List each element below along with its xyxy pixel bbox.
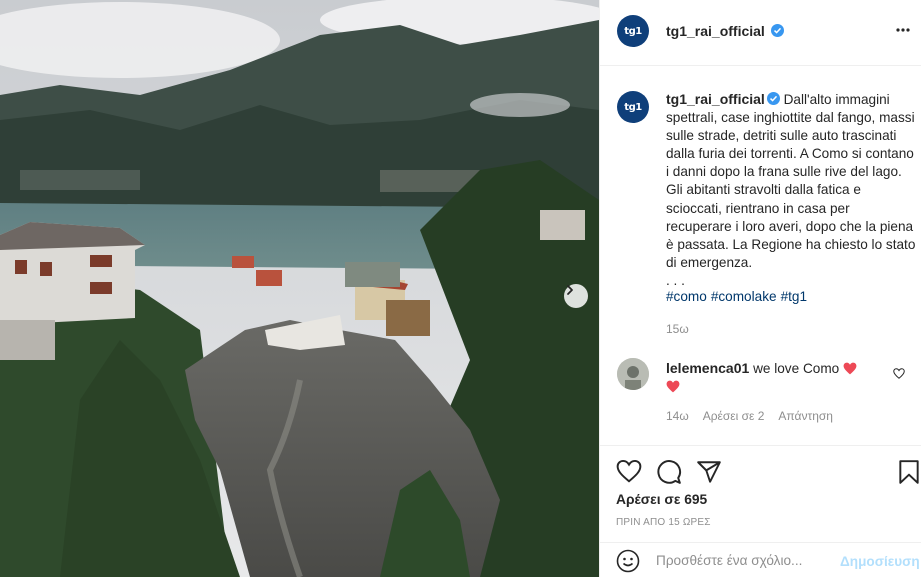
caption-avatar[interactable]: tg1 xyxy=(617,91,649,123)
more-options-icon[interactable] xyxy=(896,28,910,32)
post-comment-button[interactable]: Δημοσίευση xyxy=(840,554,920,569)
post-sidebar: tg1 tg1_rai_official tg1 tg1_rai_officia… xyxy=(599,0,921,577)
hashtag-comolake[interactable]: #comolake xyxy=(711,289,777,304)
landslide-photo xyxy=(0,0,599,577)
comment-meta: 14ω Αρέσει σε 2 Απάντηση xyxy=(666,409,847,423)
caption-username[interactable]: tg1_rai_official xyxy=(666,91,765,107)
account-avatar[interactable]: tg1 xyxy=(617,15,649,47)
caption-text-block: tg1_rai_official Dall'alto immagini spet… xyxy=(666,90,918,290)
likes-count[interactable]: Αρέσει σε 695 xyxy=(616,492,707,507)
comment: lelemenca01 we love Como xyxy=(666,359,894,396)
avatar-logo-text: tg1 xyxy=(624,25,642,37)
action-bar: Αρέσει σε 695 ΠΡΙΝ ΑΠΟ 15 ΩΡΕΣ Δημοσίευσ… xyxy=(600,445,921,577)
caption-verified-badge-icon xyxy=(766,92,780,105)
heart-icon[interactable] xyxy=(616,459,642,485)
comment-icon[interactable] xyxy=(656,459,682,485)
comment-like-heart-icon[interactable] xyxy=(893,368,905,379)
emoji-icon[interactable] xyxy=(616,549,640,573)
post-timestamp: ΠΡΙΝ ΑΠΟ 15 ΩΡΕΣ xyxy=(616,517,711,528)
next-photo-button[interactable] xyxy=(564,284,588,308)
comment-username[interactable]: lelemenca01 xyxy=(666,360,749,376)
comment-likes[interactable]: Αρέσει σε 2 xyxy=(703,409,765,423)
add-comment-bar: Δημοσίευση xyxy=(600,542,921,577)
commenter-avatar[interactable] xyxy=(617,358,649,390)
post-photo xyxy=(0,0,599,577)
caption-body: Dall'alto immagini spettrali, case inghi… xyxy=(666,92,916,270)
header-username-row: tg1_rai_official xyxy=(666,23,784,39)
hashtag-tg1[interactable]: #tg1 xyxy=(781,289,807,304)
post-header: tg1 tg1_rai_official xyxy=(600,0,921,66)
caption-ellipsis: . . . xyxy=(666,272,685,288)
comment-body: we love Como xyxy=(753,361,840,376)
red-heart-emoji-icon xyxy=(843,362,857,375)
verified-badge-icon xyxy=(770,24,784,37)
hashtag-list: #como #comolake #tg1 xyxy=(666,289,811,304)
red-heart-emoji-icon xyxy=(666,380,680,393)
hashtag-como[interactable]: #como xyxy=(666,289,707,304)
comment-reply-button[interactable]: Απάντηση xyxy=(778,409,833,423)
share-icon[interactable] xyxy=(696,459,722,485)
bookmark-icon[interactable] xyxy=(896,459,921,485)
comment-time: 14ω xyxy=(666,409,689,423)
chevron-right-icon xyxy=(567,285,573,295)
header-username[interactable]: tg1_rai_official xyxy=(666,23,765,39)
caption-time: 15ω xyxy=(666,322,689,336)
comment-input[interactable] xyxy=(656,553,836,568)
caption-avatar-logo-text: tg1 xyxy=(624,101,642,113)
